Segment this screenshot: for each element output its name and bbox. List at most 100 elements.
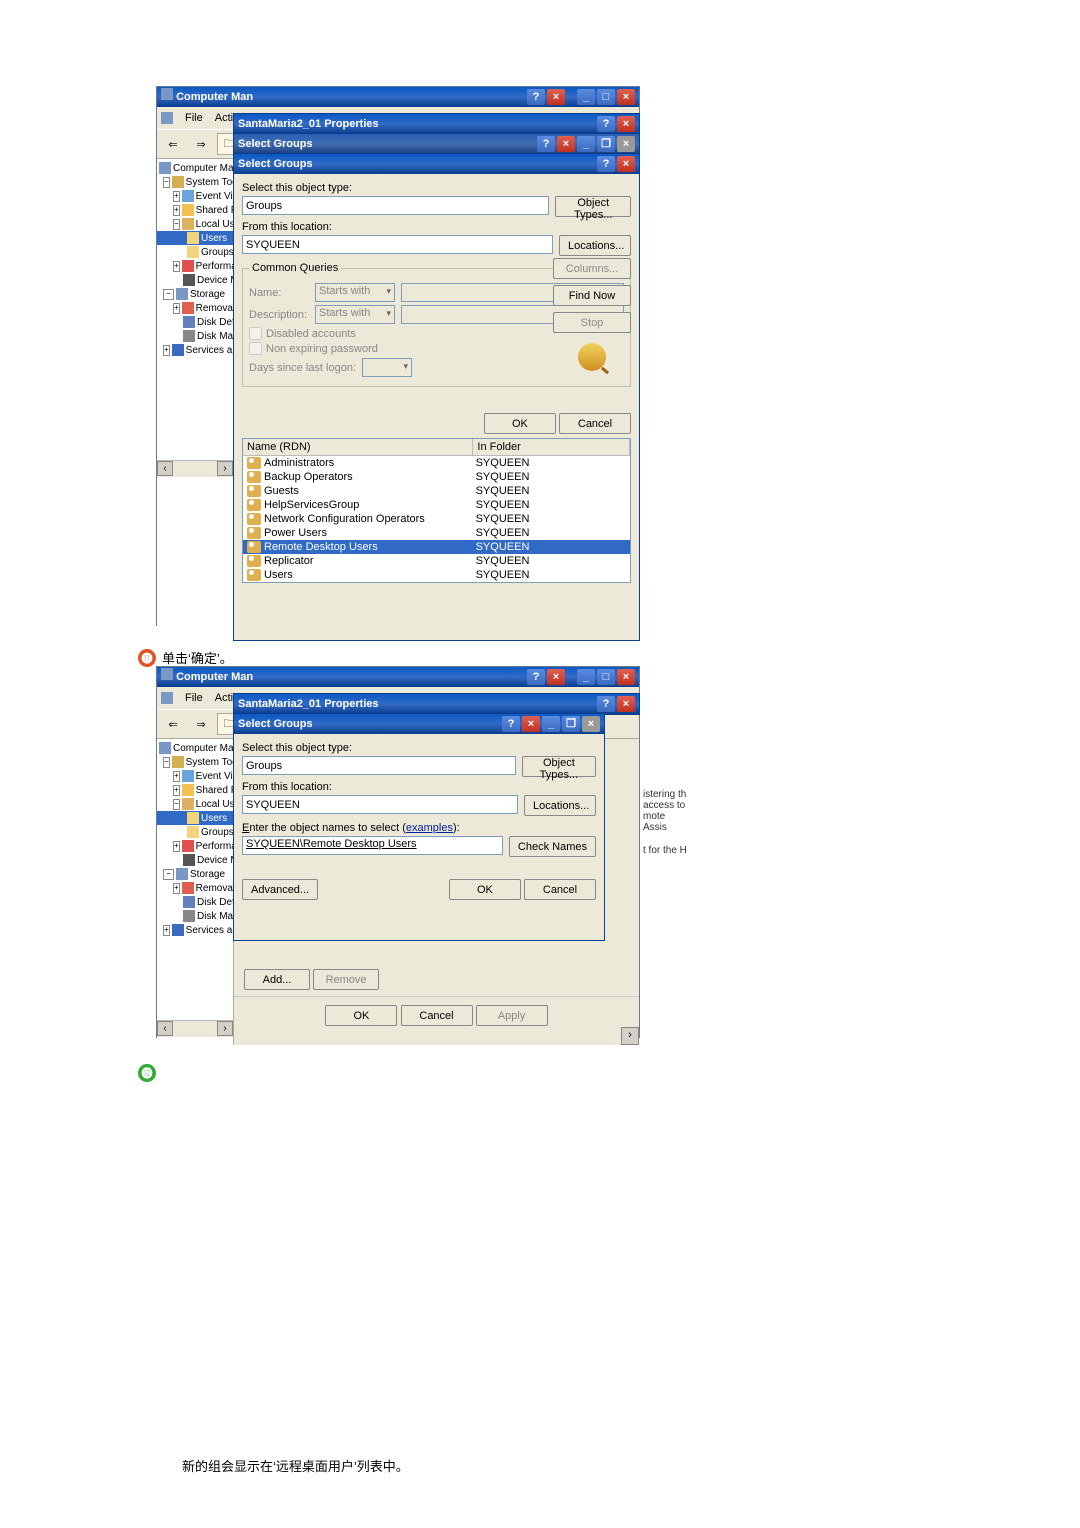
tree-item[interactable]: System Tools (186, 177, 234, 188)
properties-ok-button[interactable]: OK (325, 1005, 397, 1026)
help-icon[interactable]: ? (597, 116, 615, 132)
help-icon[interactable]: ? (527, 669, 545, 685)
minimize-icon[interactable]: _ (577, 136, 595, 152)
tree-pane[interactable]: Computer Manager −System Tools +Event Vi… (157, 739, 234, 1045)
close-icon-secondary[interactable]: × (582, 716, 600, 732)
remove-button[interactable]: Remove (313, 969, 379, 990)
tree-root[interactable]: Computer Manager (173, 163, 234, 174)
find-now-button[interactable]: Find Now (553, 285, 631, 306)
object-type-field[interactable] (242, 196, 549, 215)
tree-item-groups[interactable]: Groups (201, 827, 234, 838)
days-since-select[interactable] (362, 358, 412, 377)
help-icon[interactable]: ? (537, 136, 555, 152)
object-types-button[interactable]: Object Types... (555, 196, 631, 217)
desc-match-select[interactable]: Starts with (315, 305, 395, 324)
scroll-right-icon[interactable]: › (621, 1027, 639, 1045)
expand-icon[interactable]: + (173, 771, 180, 782)
tree-item-groups[interactable]: Groups (201, 247, 234, 258)
result-row[interactable]: UsersSYQUEEN (243, 568, 630, 582)
tree-item[interactable]: Device Man (197, 855, 234, 866)
tree-item[interactable]: Shared Fold (196, 785, 234, 796)
close-icon-secondary[interactable]: × (617, 136, 635, 152)
tree-item[interactable]: Event View (196, 191, 234, 202)
tree-item[interactable]: Performanc (196, 261, 234, 272)
collapse-icon[interactable]: − (163, 177, 170, 188)
cancel-button[interactable]: Cancel (524, 879, 596, 900)
expand-icon[interactable]: + (173, 205, 180, 216)
result-row[interactable]: Network Configuration OperatorsSYQUEEN (243, 512, 630, 526)
result-row[interactable]: HelpServicesGroupSYQUEEN (243, 498, 630, 512)
stop-button[interactable]: Stop (553, 312, 631, 333)
file-menu[interactable]: File (185, 112, 203, 124)
expand-icon[interactable]: + (173, 191, 180, 202)
close-icon[interactable]: × (617, 89, 635, 105)
locations-button[interactable]: Locations... (524, 795, 596, 816)
back-icon[interactable]: ⇐ (161, 133, 185, 155)
check-names-button[interactable]: Check Names (509, 836, 596, 857)
tree-item[interactable]: Removable (196, 883, 234, 894)
columns-button[interactable]: Columns... (553, 258, 631, 279)
tree-item[interactable]: Shared Fold (196, 205, 234, 216)
tree-pane[interactable]: Computer Manager − System Tools + Event Vi… (157, 159, 234, 639)
location-field[interactable] (242, 235, 553, 254)
tree-item[interactable]: Local Users (196, 799, 234, 810)
help-icon[interactable]: ? (502, 716, 520, 732)
expand-icon[interactable]: + (173, 785, 180, 796)
tree-item[interactable]: Services and A (186, 925, 234, 936)
close-icon[interactable]: × (557, 136, 575, 152)
tree-item[interactable]: Storage (190, 289, 225, 300)
tree-item[interactable]: Disk Manag (197, 331, 234, 342)
minimize-icon[interactable]: _ (577, 89, 595, 105)
tree-item[interactable]: Local Users (196, 219, 234, 230)
expand-icon[interactable]: + (163, 925, 170, 936)
results-list[interactable]: Name (RDN) In Folder AdministratorsSYQUE… (242, 438, 631, 583)
close-icon[interactable]: × (617, 696, 635, 712)
locations-button[interactable]: Locations... (559, 235, 631, 256)
tree-item-users[interactable]: Users (201, 233, 227, 244)
tree-item[interactable]: Disk Defrag (197, 897, 234, 908)
maximize-icon[interactable]: ❐ (562, 716, 580, 732)
result-row[interactable]: Remote Desktop UsersSYQUEEN (243, 540, 630, 554)
col-name[interactable]: Name (RDN) (243, 439, 473, 455)
tree-item[interactable]: Disk Defrag (197, 317, 234, 328)
close-icon[interactable]: × (617, 669, 635, 685)
help-icon[interactable]: ? (597, 696, 615, 712)
result-row[interactable]: Backup OperatorsSYQUEEN (243, 470, 630, 484)
ok-button[interactable]: OK (449, 879, 521, 900)
collapse-icon[interactable]: − (173, 219, 180, 230)
help-icon[interactable]: ? (597, 156, 615, 172)
expand-icon[interactable]: + (173, 261, 180, 272)
collapse-icon[interactable]: − (163, 757, 170, 768)
tree-item[interactable]: Removable (196, 303, 234, 314)
close-icon[interactable]: × (547, 669, 565, 685)
maximize-icon[interactable]: □ (597, 89, 615, 105)
expand-icon[interactable]: + (173, 883, 180, 894)
help-icon[interactable]: ? (527, 89, 545, 105)
col-folder[interactable]: In Folder (473, 439, 630, 455)
object-types-button[interactable]: Object Types... (522, 756, 596, 777)
collapse-icon[interactable]: − (163, 289, 174, 300)
tree-hscroll[interactable] (157, 1020, 233, 1037)
tree-item[interactable]: Services and A (186, 345, 234, 356)
tree-item[interactable]: Performanc (196, 841, 234, 852)
collapse-icon[interactable]: − (173, 799, 180, 810)
tree-item[interactable]: Disk Manag (197, 911, 234, 922)
result-row[interactable]: Power UsersSYQUEEN (243, 526, 630, 540)
maximize-icon[interactable]: □ (597, 669, 615, 685)
tree-hscroll[interactable] (157, 460, 233, 477)
file-menu[interactable]: File (185, 692, 203, 704)
tree-item[interactable]: Device Man (197, 275, 234, 286)
minimize-icon[interactable]: _ (542, 716, 560, 732)
cancel-button[interactable]: Cancel (559, 413, 631, 434)
tree-item[interactable]: System Tools (186, 757, 234, 768)
properties-apply-button[interactable]: Apply (476, 1005, 548, 1026)
expand-icon[interactable]: + (163, 345, 170, 356)
back-icon[interactable]: ⇐ (161, 713, 185, 735)
expand-icon[interactable]: + (173, 303, 180, 314)
result-row[interactable]: GuestsSYQUEEN (243, 484, 630, 498)
add-button[interactable]: Add... (244, 969, 310, 990)
result-row[interactable]: ReplicatorSYQUEEN (243, 554, 630, 568)
result-row[interactable]: AdministratorsSYQUEEN (243, 456, 630, 470)
location-field[interactable] (242, 795, 518, 814)
close-icon[interactable]: × (617, 116, 635, 132)
